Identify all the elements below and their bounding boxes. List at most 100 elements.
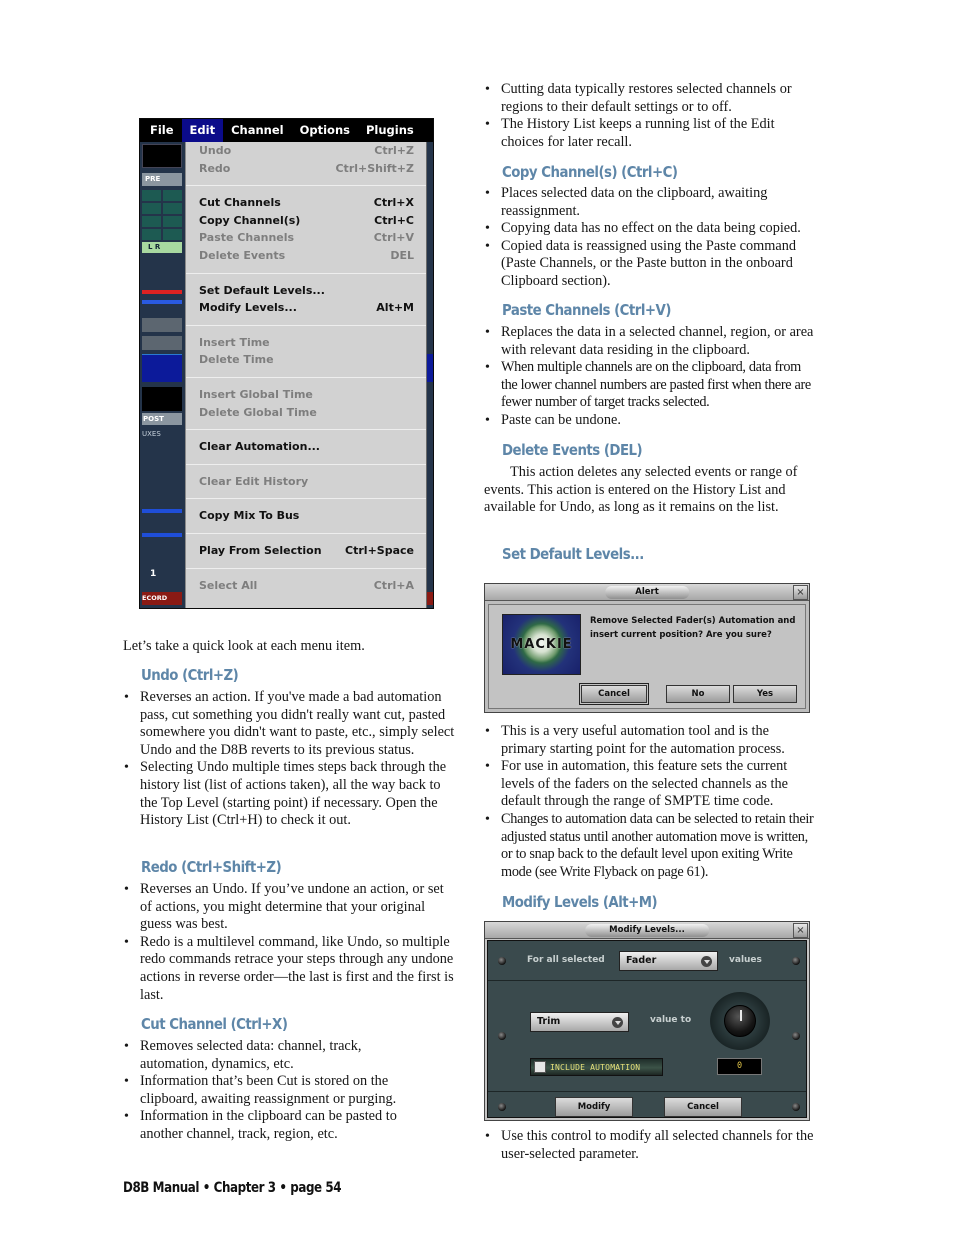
menu-item-copy-mix-to-bus[interactable]: Copy Mix To Bus [186,507,426,525]
menu-edit[interactable]: Edit [181,119,224,142]
list-item: Changes to automation data can be select… [484,811,816,881]
list-item: Information that’s been Cut is stored on… [123,1073,423,1108]
no-button[interactable]: No [666,685,730,703]
list-item: When multiple channels are on the clipbo… [484,359,816,412]
menu-item-cut-channels[interactable]: Cut Channels Ctrl+X [186,194,426,212]
pre-button[interactable]: PRE [142,173,182,186]
include-automation-checkbox[interactable] [534,1061,546,1073]
bank-selector[interactable]: 1 [142,566,182,582]
menu-item-delete-global-time[interactable]: Delete Global Time [186,404,426,422]
menu-item-undo[interactable]: Undo Ctrl+Z [186,142,426,160]
screw-icon [792,957,800,965]
menu-separator [186,429,426,431]
menu-item-copy-channel-s[interactable]: Copy Channel(s) Ctrl+C [186,212,426,230]
menu-item-play-from-selection[interactable]: Play From Selection Ctrl+Space [186,542,426,560]
grid-cell[interactable] [163,190,182,201]
menu-separator [186,498,426,500]
yes-button[interactable]: Yes [733,685,797,703]
menu-item-label: Copy Mix To Bus [199,509,300,523]
parameter-select[interactable]: Fader [619,951,718,971]
menu-item-set-default-levels[interactable]: Set Default Levels... [186,282,426,300]
menu-item-delete-events[interactable]: Delete Events DEL [186,247,426,265]
aux-level[interactable] [142,533,182,537]
menu-item-clear-edit-history[interactable]: Clear Edit History [186,473,426,491]
post-button[interactable]: POST [142,413,182,425]
undo-heading: Undo (Ctrl+Z) [141,666,239,684]
lr-button[interactable]: L R [142,242,182,253]
cut-continued-bullets: Cutting data typically restores selected… [484,81,814,151]
menu-item-shortcut: Ctrl+Z [374,144,414,157]
close-icon[interactable]: × [793,923,808,938]
menu-item-label: Redo [199,161,231,175]
menu-item-clear-automation[interactable]: Clear Automation... [186,438,426,456]
menu-item-shortcut: Ctrl+A [373,578,414,592]
menu-item-delete-time[interactable]: Delete Time [186,351,426,369]
record-button[interactable]: ECORD [142,592,182,605]
operation-select[interactable]: Trim [530,1012,629,1032]
menu-item-redo[interactable]: Redo Ctrl+Shift+Z [186,160,426,178]
alert-message: Remove Selected Fader(s) Automation and … [590,616,796,640]
edit-menu-screenshot: PRE L R POST UXES 1 ECORD RITE [139,118,434,609]
aux-level[interactable] [142,509,182,513]
list-item: Reverses an action. If you've made a bad… [123,689,455,759]
c-g-buttons[interactable] [142,318,182,332]
modify-button[interactable]: Modify [555,1097,633,1117]
menu-item-label: Clear Automation... [199,440,320,454]
menu-plugins[interactable]: Plugins [358,119,422,142]
include-automation-label: INCLUDE AUTOMATION [550,1063,641,1072]
modify-titlebar[interactable]: Modify Levels... × [485,922,809,939]
screw-icon [498,1103,506,1111]
close-icon[interactable]: × [793,585,808,600]
list-item: For use in automation, this feature sets… [484,758,816,811]
list-item: Replaces the data in a selected channel,… [484,324,816,359]
menu-item-insert-time[interactable]: Insert Time [186,334,426,352]
grid-cell[interactable] [163,229,182,240]
grid-cell[interactable] [142,203,161,214]
alert-body: MACKIE Remove Selected Fader(s) Automati… [488,604,806,709]
screw-icon [792,1032,800,1040]
display-block [142,144,182,168]
redo-bullets: Reverses an Undo. If you’ve undone an ac… [123,881,455,1004]
red-meter [142,290,182,294]
menu-item-label: Undo [199,144,232,157]
menu-item-paste-channels[interactable]: Paste Channels Ctrl+V [186,229,426,247]
chevron-down-icon [701,956,712,967]
menu-item-label: Cut Channels [199,196,281,210]
list-item: Copied data is reassigned using the Past… [484,238,814,291]
menu-file[interactable]: File [140,119,182,142]
record-button[interactable] [427,592,433,605]
list-item: Reverses an Undo. If you’ve undone an ac… [123,881,455,934]
value-knob[interactable] [710,992,770,1050]
alert-titlebar[interactable]: Alert × [485,584,809,601]
menu-item-label: Clear Edit History [199,474,309,488]
menu-channel[interactable]: Channel [223,119,292,142]
list-item: Information in the clipboard can be past… [123,1108,423,1143]
menu-item-label: Delete Events [199,248,286,262]
for-all-selected-label: For all selected [527,955,605,965]
menu-item-modify-levels[interactable]: Modify Levels... Alt+M [186,299,426,317]
grid-cell[interactable] [142,229,161,240]
grid-cell[interactable] [142,190,161,201]
cancel-button[interactable]: Cancel [579,683,649,705]
set-default-bullets: This is a very useful automation tool an… [484,723,816,881]
menu-item-select-all[interactable]: Select All Ctrl+A [186,577,426,595]
grid-cell[interactable] [163,203,182,214]
list-item: Removes selected data: channel, track, a… [123,1038,423,1073]
list-item: Selecting Undo multiple times steps back… [123,759,455,829]
cancel-button[interactable]: Cancel [664,1097,742,1117]
menu-separator [186,272,426,274]
auxes-label: UXES [142,430,161,438]
menu-options[interactable]: Options [292,119,358,142]
menu-item-insert-global-time[interactable]: Insert Global Time [186,386,426,404]
list-item: Places selected data on the clipboard, a… [484,185,814,220]
grid-cell[interactable] [142,216,161,227]
blue-meter [142,300,182,304]
grid-cell[interactable] [163,216,182,227]
eq-buttons[interactable] [142,336,182,350]
menu-item-label: Copy Channel(s) [199,213,301,227]
menu-item-shortcut: Ctrl+Space [345,543,414,557]
include-automation-toggle[interactable]: INCLUDE AUTOMATION [530,1058,663,1076]
menu-item-label: Play From Selection [199,543,322,557]
modify-levels-dialog: Modify Levels... × For all selected Fade… [484,921,810,1121]
delete-paragraph: This action deletes any selected events … [484,464,798,516]
